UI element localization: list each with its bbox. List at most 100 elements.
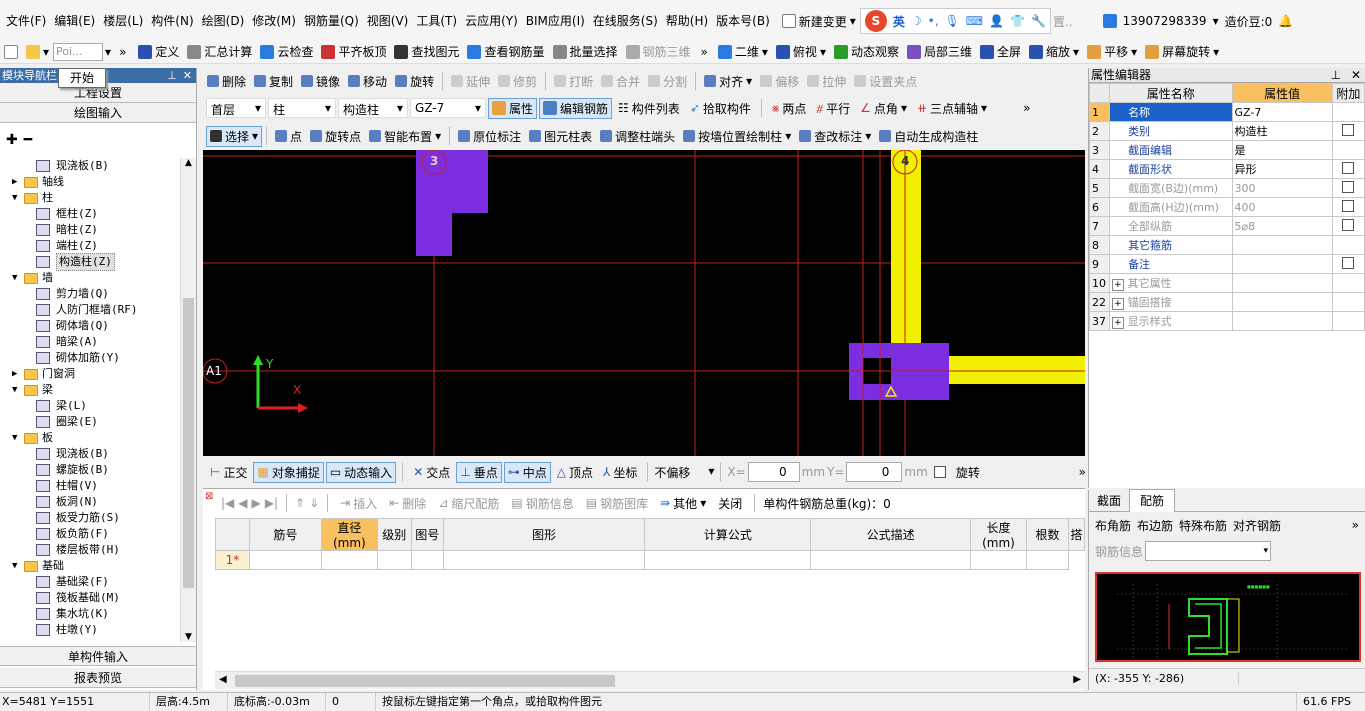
column-header[interactable]: 图形 [442, 518, 646, 551]
draw-button-5[interactable]: 图元柱表 [525, 128, 596, 145]
table-cell[interactable] [410, 550, 444, 570]
extra-cell[interactable] [1331, 178, 1365, 198]
property-value[interactable]: 异形 [1231, 159, 1333, 179]
draw-button-9[interactable]: 自动生成构造柱 [875, 128, 982, 145]
new-file-icon[interactable] [0, 44, 22, 59]
delete-row-button[interactable]: ⇤ 删除 [385, 495, 430, 512]
panel-close-icon[interactable]: ⊠ [205, 491, 213, 502]
expander-icon[interactable]: ▼ [12, 190, 24, 206]
tree-item[interactable]: 框柱(Z) [0, 206, 180, 222]
property-row[interactable]: 8 其它箍筋 [1088, 235, 1365, 255]
wrench-icon[interactable]: 🔧 [1031, 14, 1046, 28]
column-header[interactable]: 公式描述 [810, 518, 972, 551]
tree-item[interactable]: 人防门框墙(RF) [0, 302, 180, 318]
toolbar-button-5[interactable]: 查看钢筋量 [463, 43, 548, 60]
view-button-5[interactable]: 缩放 ▾ [1025, 43, 1083, 60]
menu-item-5[interactable]: 修改(M) [248, 0, 300, 42]
table-row[interactable]: 1* [215, 550, 1085, 570]
view-button-4[interactable]: 全屏 [976, 43, 1025, 60]
property-row[interactable]: 9 备注 [1088, 254, 1365, 274]
menu-item-2[interactable]: 楼层(L) [99, 0, 147, 42]
draw-button-2[interactable]: 旋转点 [306, 128, 365, 145]
property-row[interactable]: 1 名称 GZ-7 [1088, 102, 1365, 122]
draw-button-0[interactable]: 选择 ▾ [206, 125, 263, 147]
tree-folder[interactable]: ▼ 板 [0, 430, 180, 446]
ime-toolbar[interactable]: S 英 ☽ •, 🎙 ⌨ 👤 👕 🔧 [859, 8, 1051, 34]
section-button-2[interactable]: 特殊布筋 [1179, 517, 1227, 534]
property-row[interactable]: 2 类别 构造柱 [1088, 121, 1365, 141]
property-value[interactable]: 5⌀8 [1231, 216, 1333, 236]
section-preview[interactable]: ■■■■■■ [1095, 572, 1361, 662]
property-name[interactable]: 其它箍筋 [1109, 235, 1233, 255]
punct-icon[interactable]: •, [928, 14, 939, 28]
edit-rebar-button[interactable]: 编辑钢筋 [539, 97, 613, 119]
shirt-icon[interactable]: 👕 [1010, 14, 1025, 28]
property-value[interactable] [1231, 235, 1333, 255]
property-value[interactable] [1231, 273, 1333, 293]
extra-checkbox[interactable] [1342, 161, 1355, 174]
property-value[interactable]: 400 [1231, 197, 1333, 217]
extra-cell[interactable] [1331, 254, 1365, 274]
draw-button-7[interactable]: 按墙位置绘制柱 ▾ [679, 128, 795, 145]
menu-item-1[interactable]: 编辑(E) [50, 0, 99, 42]
toolbar-button-3[interactable]: 平齐板顶 [317, 43, 390, 60]
tree-item[interactable]: 柱帽(V) [0, 478, 180, 494]
property-row[interactable]: 22 + 锚固搭接 [1088, 292, 1365, 312]
column-header[interactable]: 直径(mm) [320, 518, 378, 551]
menu-item-11[interactable]: 在线服务(S) [589, 0, 662, 42]
tree-folder[interactable]: ▼ 梁 [0, 382, 180, 398]
keyboard-icon[interactable]: ⌨ [966, 14, 983, 28]
edit-button-0[interactable]: 删除 [203, 73, 250, 90]
extra-cell[interactable] [1331, 216, 1365, 236]
table-cell[interactable]: 1* [215, 550, 250, 570]
menu-item-6[interactable]: 钢筋量(Q) [300, 0, 363, 42]
edit-button-5[interactable]: 延伸 [447, 73, 494, 90]
draw-button-1[interactable]: 点 [271, 128, 306, 145]
view-button-2[interactable]: 动态观察 [830, 43, 903, 60]
property-value[interactable]: 300 [1231, 178, 1333, 198]
extra-cell[interactable] [1331, 140, 1365, 160]
expander-icon[interactable]: ▶ [12, 174, 24, 190]
expand-icon[interactable]: + [1112, 298, 1124, 310]
vertex-button[interactable]: △ 顶点 [553, 464, 597, 481]
extra-cell[interactable] [1331, 197, 1365, 217]
properties-button[interactable]: 属性 [488, 97, 538, 119]
tree-item[interactable]: 梁(L) [0, 398, 180, 414]
component-select[interactable]: GZ-7 ▾ [410, 98, 486, 118]
expand-icon[interactable]: + [1112, 279, 1124, 291]
two-points-button[interactable]: ⨳ 两点 [768, 100, 810, 117]
report-preview-button[interactable]: 报表预览 [0, 668, 196, 688]
first-icon[interactable]: |◀ [221, 496, 234, 510]
tree-item[interactable]: 基础梁(F) [0, 574, 180, 590]
menu-item-0[interactable]: 文件(F) [2, 0, 50, 42]
table-cell[interactable] [970, 550, 1027, 570]
pin-icon[interactable]: ⊥ [167, 68, 177, 83]
property-name[interactable]: 截面形状 [1109, 159, 1233, 179]
mic-icon[interactable]: 🎙 [945, 14, 960, 28]
canvas-svg[interactable] [203, 150, 1085, 456]
menu-item-9[interactable]: 云应用(Y) [461, 0, 522, 42]
view-button-0[interactable]: 二维 ▾ [714, 43, 772, 60]
edit-button-4[interactable]: 旋转 [391, 73, 438, 90]
column-header[interactable]: 级别 [376, 518, 412, 551]
extra-cell[interactable] [1331, 159, 1365, 179]
property-name[interactable]: 名称 [1109, 102, 1233, 122]
person-icon[interactable]: 👤 [989, 14, 1004, 28]
drawing-canvas[interactable]: 3 4 A1 Y X [203, 150, 1085, 456]
rebar-info-button[interactable]: ▤ 钢筋信息 [507, 495, 577, 512]
menu-item-7[interactable]: 视图(V) [363, 0, 413, 42]
tree-item[interactable]: 暗柱(Z) [0, 222, 180, 238]
edit-button-6[interactable]: 修剪 [494, 73, 541, 90]
tree-item[interactable]: 板受力筋(S) [0, 510, 180, 526]
edit-button-11[interactable]: 偏移 [756, 73, 803, 90]
extra-cell[interactable] [1331, 121, 1365, 141]
expander-icon[interactable]: ▼ [12, 270, 24, 286]
tree-item[interactable]: 螺旋板(B) [0, 462, 180, 478]
draw-button-4[interactable]: 原位标注 [454, 128, 525, 145]
table-cell[interactable] [376, 550, 412, 570]
three-point-axis-button[interactable]: ⧺ 三点辅轴 ▾ [913, 100, 991, 117]
object-snap-button[interactable]: ▦ 对象捕捉 [253, 461, 324, 483]
tree-folder[interactable]: ▼ 柱 [0, 190, 180, 206]
property-name[interactable]: + 其它属性 [1109, 273, 1233, 293]
extra-cell[interactable] [1331, 102, 1365, 122]
